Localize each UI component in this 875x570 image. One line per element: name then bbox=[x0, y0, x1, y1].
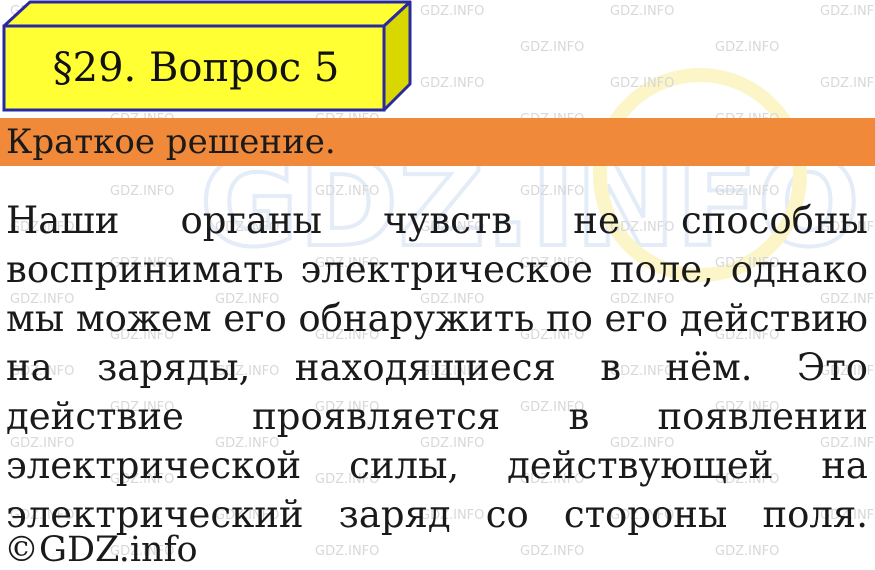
answer-word: по bbox=[546, 297, 593, 340]
answer-word: в bbox=[568, 395, 590, 438]
watermark-text: GDZ.INFO bbox=[420, 76, 485, 91]
answer-word: на bbox=[6, 346, 53, 389]
watermark-text: GDZ.INFO bbox=[820, 4, 875, 19]
answer-word: обнаружить bbox=[298, 297, 535, 340]
answer-word: Наши bbox=[6, 199, 120, 242]
answer-word: проявляется bbox=[252, 395, 501, 438]
answer-line: мы можем его обнаружить по его действию bbox=[6, 294, 868, 343]
answer-word: нём. bbox=[665, 346, 753, 389]
copyright: ©GDZ.info bbox=[4, 530, 198, 570]
answer-word: электрическое bbox=[300, 248, 593, 291]
answer-word: мы bbox=[6, 297, 65, 340]
title-box: §29. Вопрос 5 bbox=[0, 0, 412, 112]
answer-line: электрической силы, действующей на bbox=[6, 441, 868, 490]
answer-word: воспринимать bbox=[6, 248, 284, 291]
page-title: §29. Вопрос 5 bbox=[52, 45, 340, 91]
answer-line: Наши органы чувств не способны bbox=[6, 196, 868, 245]
answer-word: действующей bbox=[507, 444, 774, 487]
answer-word: поля. bbox=[762, 493, 868, 536]
answer-word: на bbox=[821, 444, 868, 487]
answer-word: со bbox=[485, 493, 529, 536]
section-band: Краткое решение. bbox=[0, 118, 875, 166]
answer-word: стороны bbox=[563, 493, 728, 536]
watermark-text: GDZ.INFO bbox=[820, 76, 875, 91]
answer-word: действию bbox=[679, 297, 868, 340]
answer-word: электрической bbox=[6, 444, 302, 487]
answer-line: действие проявляется в появлении bbox=[6, 392, 868, 441]
watermark-text: GDZ.INFO bbox=[715, 544, 780, 559]
answer-word: его bbox=[604, 297, 669, 340]
answer-word: органы bbox=[180, 199, 322, 242]
answer-word: однако bbox=[730, 248, 868, 291]
answer-word: можем bbox=[75, 297, 212, 340]
answer-word: силы, bbox=[349, 444, 460, 487]
answer-word: находящиеся bbox=[294, 346, 556, 389]
answer-word: Это bbox=[796, 346, 868, 389]
section-label: Краткое решение. bbox=[6, 122, 336, 162]
answer-line: на заряды, находящиеся в нём. Это bbox=[6, 343, 868, 392]
answer-word: его bbox=[223, 297, 287, 340]
answer-word: в bbox=[600, 346, 622, 389]
answer-line: воспринимать электрическое поле, однако bbox=[6, 245, 868, 294]
watermark-text: GDZ.INFO bbox=[610, 4, 675, 19]
answer-word: поле, bbox=[609, 248, 714, 291]
answer-word: способны bbox=[680, 199, 868, 242]
answer-word: действие bbox=[6, 395, 184, 438]
watermark-text: GDZ.INFO bbox=[315, 544, 380, 559]
answer-word: заряды, bbox=[97, 346, 251, 389]
answer-text: Наши органы чувств не способны воспринимать эл… bbox=[6, 196, 868, 539]
answer-word: чувств bbox=[383, 199, 513, 242]
watermark-text: GDZ.INFO bbox=[520, 40, 585, 55]
answer-word: заряд bbox=[338, 493, 451, 536]
watermark-text: GDZ.INFO bbox=[715, 40, 780, 55]
answer-word: не bbox=[573, 199, 620, 242]
watermark-text: GDZ.INFO bbox=[520, 544, 585, 559]
watermark-text: GDZ.INFO bbox=[610, 76, 675, 91]
watermark-text: GDZ.INFO bbox=[420, 4, 485, 19]
answer-word: появлении bbox=[657, 395, 869, 438]
